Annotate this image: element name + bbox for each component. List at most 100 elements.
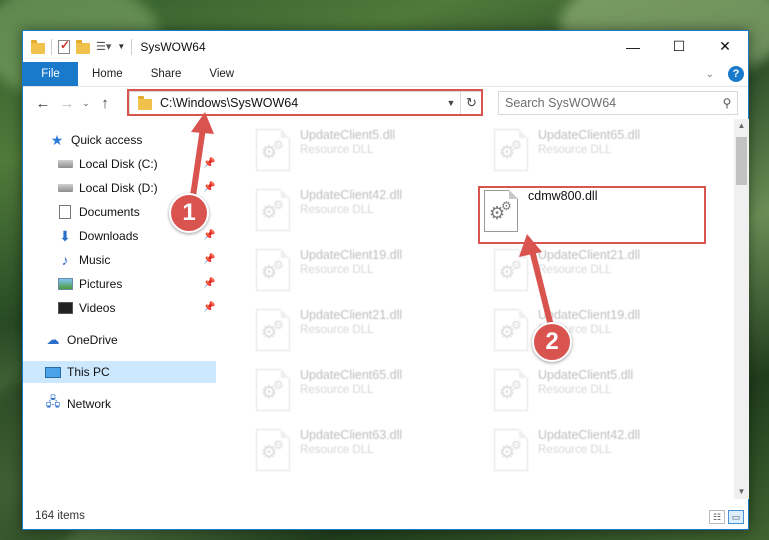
documents-icon xyxy=(57,205,73,219)
dll-file-icon: ⚙ ⚙ xyxy=(494,129,528,171)
file-type: Resource DLL xyxy=(538,444,612,456)
file-name: UpdateClient42.dll xyxy=(300,188,403,202)
scrollbar-thumb[interactable] xyxy=(736,137,747,185)
file-type: Resource DLL xyxy=(538,144,612,156)
file-name: UpdateClient5.dll xyxy=(300,128,396,142)
sidebar-item-label: Local Disk (C:) xyxy=(79,157,158,171)
file-name: UpdateClient19.dll xyxy=(538,308,641,322)
music-icon: ♪ xyxy=(61,252,69,268)
recent-locations-button[interactable]: ⌄ xyxy=(79,98,93,109)
large-icons-view-icon[interactable]: ▭ xyxy=(728,510,744,524)
cloud-icon: ☁ xyxy=(46,332,60,347)
maximize-button[interactable]: ☐ xyxy=(656,31,702,62)
window-controls: — ☐ ✕ xyxy=(610,31,748,62)
help-icon[interactable]: ? xyxy=(728,66,744,82)
sidebar-item-network[interactable]: 🖧 Network xyxy=(45,393,111,415)
pin-icon[interactable]: 📌 xyxy=(203,254,215,265)
sidebar-item-label: Quick access xyxy=(71,133,143,147)
sidebar-item-label: Network xyxy=(67,397,112,411)
pin-icon[interactable]: 📌 xyxy=(203,182,215,193)
search-icon[interactable]: ⚲ xyxy=(717,96,737,110)
dll-file-icon: ⚙ ⚙ xyxy=(494,369,528,411)
dll-file-icon: ⚙ ⚙ xyxy=(256,249,290,291)
sidebar-item-videos[interactable]: Videos xyxy=(57,297,115,319)
sidebar-item-music[interactable]: ♪ Music xyxy=(57,249,111,271)
details-view-icon[interactable]: ☷ xyxy=(709,510,725,524)
sidebar-item-label: OneDrive xyxy=(67,333,118,347)
computer-icon xyxy=(45,365,61,379)
file-list: ⚙ ⚙ UpdateClient5.dll Resource DLL ⚙ ⚙ Upda… xyxy=(216,119,734,499)
file-type: Resource DLL xyxy=(300,144,374,156)
sidebar-item-label: Documents xyxy=(79,205,140,219)
file-item[interactable]: ⚙ ⚙ UpdateClient42.dll Resource DLL xyxy=(256,185,476,235)
minimize-button[interactable]: — xyxy=(610,31,656,62)
drive-icon xyxy=(57,181,73,195)
file-item[interactable]: ⚙ ⚙ UpdateClient21.dll Resource DLL xyxy=(494,245,714,295)
tab-home[interactable]: Home xyxy=(78,62,137,86)
back-button[interactable]: ← xyxy=(31,95,55,112)
file-item[interactable]: ⚙ ⚙ UpdateClient21.dll Resource DLL xyxy=(256,305,476,355)
file-item[interactable]: ⚙ ⚙ UpdateClient5.dll Resource DLL xyxy=(494,365,714,415)
sidebar-item-local-disk-d[interactable]: Local Disk (D:) xyxy=(57,177,158,199)
file-name: UpdateClient65.dll xyxy=(538,128,641,142)
expand-ribbon-chevron-icon[interactable]: ⌄ xyxy=(706,69,714,80)
view-options-icon[interactable]: ☰▾ xyxy=(96,40,111,53)
file-type: Resource DLL xyxy=(300,204,374,216)
window-title: SysWOW64 xyxy=(140,39,206,54)
sidebar-item-this-pc[interactable]: This PC xyxy=(23,361,216,383)
properties-check-icon[interactable] xyxy=(58,38,70,54)
divider xyxy=(131,38,133,55)
file-item[interactable]: ⚙ ⚙ UpdateClient19.dll Resource DLL xyxy=(494,305,714,355)
pictures-icon xyxy=(57,277,73,291)
new-folder-icon[interactable] xyxy=(76,39,90,54)
quick-access-toolbar: ☰▾ ▼ xyxy=(31,38,133,55)
divider xyxy=(51,38,52,55)
file-name: UpdateClient42.dll xyxy=(538,428,641,442)
sidebar-item-onedrive[interactable]: ☁ OneDrive xyxy=(45,329,118,351)
dll-file-icon: ⚙ ⚙ xyxy=(494,429,528,471)
sidebar-item-local-disk-c[interactable]: Local Disk (C:) xyxy=(57,153,158,175)
search-box[interactable]: Search SysWOW64 ⚲ xyxy=(498,91,738,115)
forward-button[interactable]: → xyxy=(55,95,79,112)
up-button[interactable]: ↑ xyxy=(93,95,117,112)
file-type: Resource DLL xyxy=(300,324,374,336)
customize-toolbar-chevron-icon[interactable]: ▼ xyxy=(117,42,125,51)
tab-file[interactable]: File xyxy=(23,62,78,86)
sidebar-item-quick-access[interactable]: ★ Quick access xyxy=(49,129,143,151)
file-item[interactable]: ⚙ ⚙ UpdateClient42.dll Resource DLL xyxy=(494,425,714,475)
pin-icon[interactable]: 📌 xyxy=(203,158,215,169)
dll-file-icon: ⚙ ⚙ xyxy=(256,429,290,471)
sidebar-item-label: Downloads xyxy=(79,229,139,243)
pin-icon[interactable]: 📌 xyxy=(203,302,215,313)
sidebar-item-downloads[interactable]: ⬇ Downloads xyxy=(57,225,138,247)
file-name: UpdateClient21.dll xyxy=(538,248,641,262)
file-item[interactable]: ⚙ ⚙ UpdateClient19.dll Resource DLL xyxy=(256,245,476,295)
file-item[interactable]: ⚙ ⚙ UpdateClient5.dll Resource DLL xyxy=(256,125,476,175)
close-button[interactable]: ✕ xyxy=(702,31,748,62)
scroll-down-arrow-icon[interactable]: ▼ xyxy=(734,485,749,499)
search-input[interactable]: Search SysWOW64 xyxy=(505,96,717,110)
sidebar-item-documents[interactable]: Documents xyxy=(57,201,140,223)
file-name: UpdateClient19.dll xyxy=(300,248,403,262)
pin-icon[interactable]: 📌 xyxy=(203,230,215,241)
dll-file-icon: ⚙ ⚙ xyxy=(256,309,290,351)
navigation-pane: ★ Quick access Local Disk (C:) 📌 Local D… xyxy=(23,127,216,497)
file-type: Resource DLL xyxy=(300,264,374,276)
vertical-scrollbar[interactable]: ▲ ▼ xyxy=(734,119,749,499)
file-item[interactable]: ⚙ ⚙ UpdateClient63.dll Resource DLL xyxy=(256,425,476,475)
tab-view[interactable]: View xyxy=(195,62,248,86)
scroll-up-arrow-icon[interactable]: ▲ xyxy=(734,119,749,133)
title-bar: ☰▾ ▼ SysWOW64 — ☐ ✕ xyxy=(23,31,748,62)
drive-icon xyxy=(57,157,73,171)
file-item[interactable]: ⚙ ⚙ UpdateClient65.dll Resource DLL xyxy=(494,125,714,175)
sidebar-item-label: This PC xyxy=(67,365,110,379)
sidebar-item-label: Pictures xyxy=(79,277,123,291)
sidebar-item-label: Local Disk (D:) xyxy=(79,181,158,195)
file-name: UpdateClient21.dll xyxy=(300,308,403,322)
file-item[interactable]: ⚙ ⚙ UpdateClient65.dll Resource DLL xyxy=(256,365,476,415)
step-badge-2: 2 xyxy=(532,322,572,362)
tab-share[interactable]: Share xyxy=(137,62,196,86)
ribbon-tabs: File Home Share View ⌄ ? xyxy=(23,62,748,87)
pin-icon[interactable]: 📌 xyxy=(203,278,215,289)
sidebar-item-pictures[interactable]: Pictures xyxy=(57,273,122,295)
